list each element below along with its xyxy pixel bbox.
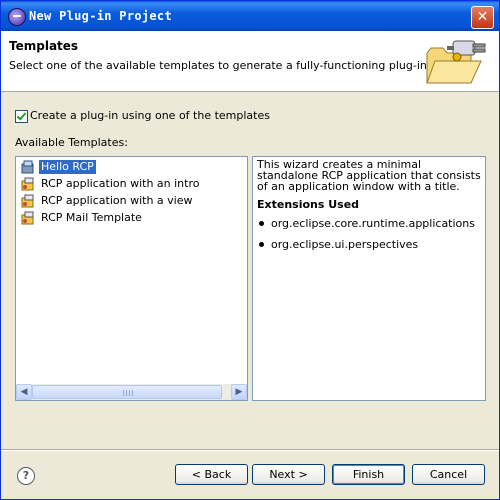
chevron-right-icon: ▶ — [235, 387, 243, 397]
extension-item: org.eclipse.ui.perspectives — [257, 238, 481, 251]
scroll-right-button[interactable]: ▶ — [231, 384, 247, 400]
title-bar[interactable]: New Plug-in Project ✕ — [1, 1, 499, 31]
extension-item: org.eclipse.core.runtime.applications — [257, 217, 481, 230]
back-button[interactable]: < Back — [175, 464, 248, 485]
horizontal-scrollbar[interactable]: ◀ ▶ — [16, 384, 247, 400]
plugin-folder-icon — [426, 40, 486, 84]
eclipse-icon — [8, 8, 26, 26]
help-icon: ? — [22, 469, 30, 482]
help-button[interactable]: ? — [17, 467, 35, 485]
cancel-button[interactable]: Cancel — [412, 464, 485, 485]
close-button[interactable]: ✕ — [471, 6, 494, 29]
template-description: This wizard creates a minimal standalone… — [257, 158, 481, 193]
template-label: RCP Mail Template — [41, 211, 142, 224]
extensions-heading: Extensions Used — [257, 198, 360, 211]
next-button[interactable]: Next > — [252, 464, 325, 485]
template-label: Hello RCP — [39, 160, 96, 174]
page-title: Templates — [9, 39, 79, 53]
use-template-checkbox[interactable] — [15, 110, 28, 123]
chevron-left-icon: ◀ — [20, 387, 28, 397]
page-description: Select one of the available templates to… — [9, 59, 431, 72]
use-template-label[interactable]: Create a plug-in using one of the templa… — [30, 109, 270, 122]
template-description-panel: This wizard creates a minimal standalone… — [252, 156, 486, 401]
grip-icon — [123, 390, 133, 396]
template-wizard-icon — [21, 177, 34, 191]
finish-button[interactable]: Finish — [332, 464, 405, 485]
template-wizard-icon — [21, 194, 34, 208]
template-label: RCP application with a view — [41, 194, 193, 207]
footer-separator — [1, 449, 499, 451]
template-wizard-icon — [21, 211, 34, 225]
scroll-thumb[interactable] — [32, 385, 222, 399]
new-plugin-project-dialog: New Plug-in Project ✕ Templates Select o… — [0, 0, 500, 500]
window-title: New Plug-in Project — [29, 9, 172, 23]
wizard-banner: Templates Select one of the available te… — [1, 31, 499, 92]
scroll-left-button[interactable]: ◀ — [16, 384, 32, 400]
templates-list[interactable]: Hello RCP RCP application with an intro … — [15, 156, 248, 401]
template-wizard-icon — [21, 160, 34, 174]
template-label: RCP application with an intro — [41, 177, 200, 190]
available-templates-label: Available Templates: — [15, 136, 128, 149]
close-icon: ✕ — [476, 9, 489, 25]
